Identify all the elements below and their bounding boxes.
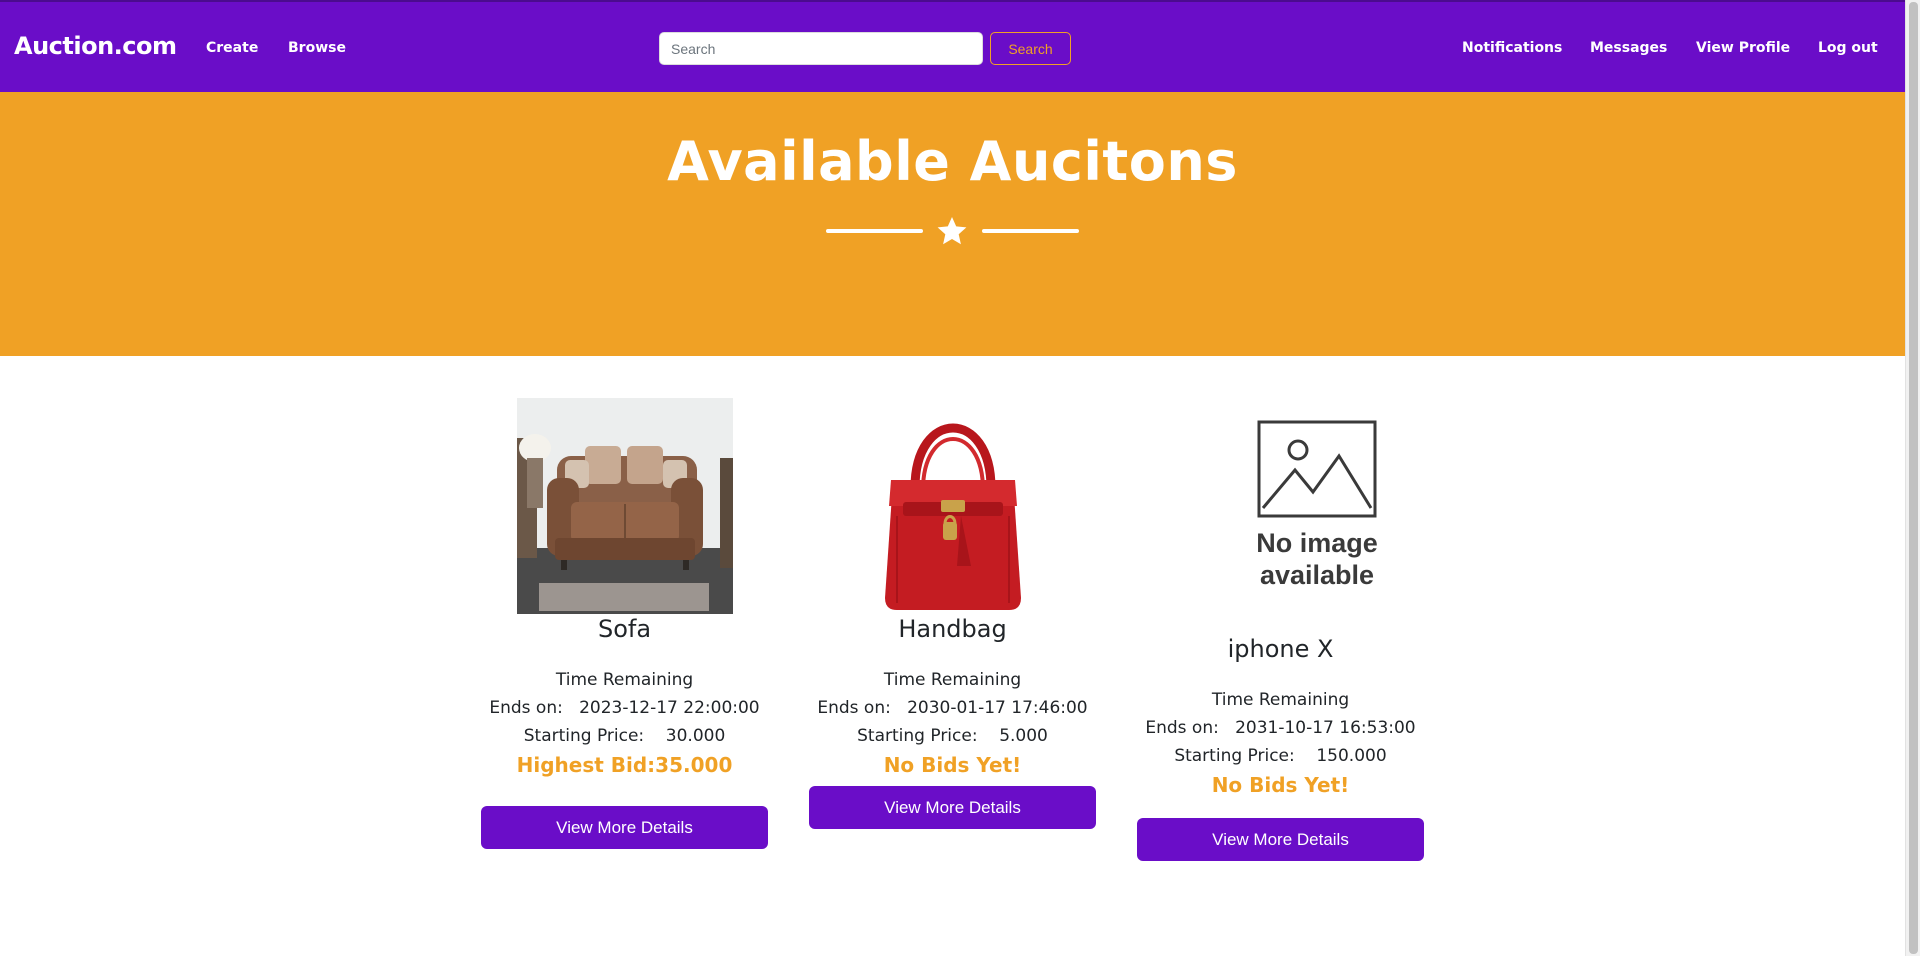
no-image-placeholder[interactable]: No image available xyxy=(1172,398,1389,614)
nav-notifications[interactable]: Notifications xyxy=(1462,40,1562,56)
scrollbar[interactable] xyxy=(1905,0,1920,956)
starting-price-line: Starting Price: 5.000 xyxy=(809,722,1096,750)
auction-card: No image available iphone X Time Remaini… xyxy=(1137,398,1424,861)
nav-browse[interactable]: Browse xyxy=(288,40,346,56)
placeholder-text-line1: No image xyxy=(1256,528,1378,558)
item-name: Handbag xyxy=(898,615,1007,643)
bid-status: No Bids Yet! xyxy=(1211,773,1350,797)
scrollbar-thumb[interactable] xyxy=(1909,2,1918,954)
starting-price-value: 150.000 xyxy=(1316,746,1387,766)
starting-price-line: Starting Price: 30.000 xyxy=(481,722,768,750)
handbag-image[interactable] xyxy=(844,398,1061,614)
item-name: iphone X xyxy=(1227,635,1334,663)
starting-price-value: 30.000 xyxy=(665,726,726,746)
search-input[interactable] xyxy=(659,32,983,65)
divider-line-left xyxy=(826,229,923,233)
ends-on-label: Ends on: xyxy=(1145,718,1219,738)
divider-line-right xyxy=(982,229,1079,233)
nav-log-out[interactable]: Log out xyxy=(1818,40,1878,56)
ends-on-label: Ends on: xyxy=(817,698,891,718)
item-name: Sofa xyxy=(597,615,652,643)
time-remaining-label: Time Remaining xyxy=(555,670,694,690)
ends-on-label: Ends on: xyxy=(489,698,563,718)
auction-card: Handbag Time Remaining Ends on: 2030-01-… xyxy=(809,398,1096,829)
sofa-image[interactable] xyxy=(516,398,733,614)
page-title: Available Aucitons xyxy=(667,130,1238,193)
search-button[interactable]: Search xyxy=(990,32,1071,65)
view-more-details-button[interactable]: View More Details xyxy=(809,786,1096,829)
bid-status: No Bids Yet! xyxy=(883,753,1022,777)
nav-view-profile[interactable]: View Profile xyxy=(1696,40,1790,56)
page: Auction.com Create Browse Search Notific… xyxy=(0,0,1905,956)
ends-on-line: Ends on: 2030-01-17 17:46:00 xyxy=(809,694,1096,722)
starting-price-label: Starting Price: xyxy=(857,726,978,746)
starting-price-line: Starting Price: 150.000 xyxy=(1137,742,1424,770)
nav-create[interactable]: Create xyxy=(206,40,258,56)
starting-price-value: 5.000 xyxy=(999,726,1048,746)
nav-messages[interactable]: Messages xyxy=(1590,40,1667,56)
auction-card: Sofa Time Remaining Ends on: 2023-12-17 … xyxy=(481,398,768,849)
placeholder-text-line2: available xyxy=(1259,560,1373,590)
navbar: Auction.com Create Browse Search Notific… xyxy=(0,0,1905,92)
ends-on-value: 2023-12-17 22:00:00 xyxy=(579,698,760,718)
ends-on-value: 2030-01-17 17:46:00 xyxy=(907,698,1088,718)
time-remaining-label: Time Remaining xyxy=(883,670,1022,690)
bid-status: Highest Bid:35.000 xyxy=(516,753,733,777)
time-remaining-label: Time Remaining xyxy=(1211,690,1350,710)
starting-price-label: Starting Price: xyxy=(1174,746,1295,766)
ends-on-value: 2031-10-17 16:53:00 xyxy=(1235,718,1416,738)
brand-logo[interactable]: Auction.com xyxy=(14,32,177,60)
ends-on-line: Ends on: 2023-12-17 22:00:00 xyxy=(481,694,768,722)
star-icon xyxy=(937,217,967,245)
starting-price-label: Starting Price: xyxy=(523,726,645,746)
ends-on-line: Ends on: 2031-10-17 16:53:00 xyxy=(1137,714,1424,742)
view-more-details-button[interactable]: View More Details xyxy=(481,806,768,849)
view-more-details-button[interactable]: View More Details xyxy=(1137,818,1424,861)
hero-banner: Available Aucitons xyxy=(0,92,1905,356)
